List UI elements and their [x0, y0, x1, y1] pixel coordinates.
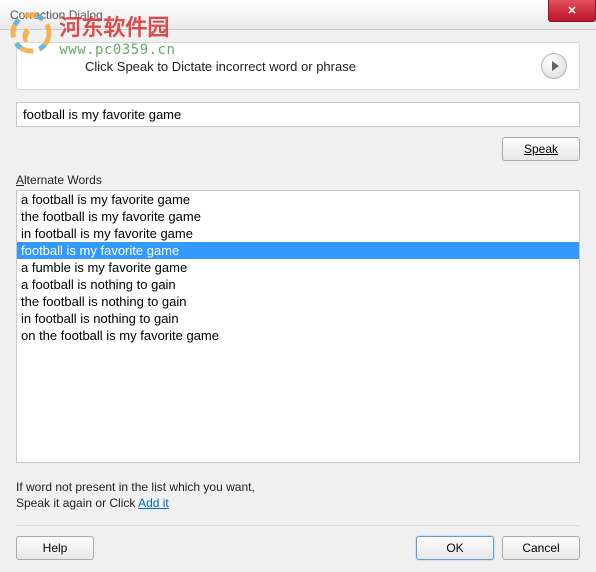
button-row: Help OK Cancel — [16, 525, 580, 560]
close-icon: ✕ — [567, 4, 576, 17]
list-item[interactable]: a football is nothing to gain — [17, 276, 579, 293]
correction-input[interactable] — [16, 102, 580, 127]
alternates-listbox[interactable]: a football is my favorite gamethe footba… — [16, 190, 580, 463]
list-item[interactable]: the football is my favorite game — [17, 208, 579, 225]
list-item[interactable]: on the football is my favorite game — [17, 327, 579, 344]
titlebar: Correction Dialog ✕ — [0, 0, 596, 30]
speak-button[interactable]: Speak — [502, 137, 580, 161]
help-button[interactable]: Help — [16, 536, 94, 560]
list-item[interactable]: in football is my favorite game — [17, 225, 579, 242]
footer-text: If word not present in the list which yo… — [16, 479, 580, 511]
ok-button[interactable]: OK — [416, 536, 494, 560]
instruction-text: Click Speak to Dictate incorrect word or… — [29, 59, 541, 74]
play-button[interactable] — [541, 53, 567, 79]
list-item[interactable]: a fumble is my favorite game — [17, 259, 579, 276]
window-title: Correction Dialog — [10, 8, 103, 22]
dialog-content: Click Speak to Dictate incorrect word or… — [0, 30, 596, 572]
cancel-button[interactable]: Cancel — [502, 536, 580, 560]
add-it-link[interactable]: Add it — [138, 496, 169, 510]
list-item[interactable]: in football is nothing to gain — [17, 310, 579, 327]
list-item[interactable]: the football is nothing to gain — [17, 293, 579, 310]
alternates-label: Alternate Words — [16, 173, 580, 187]
list-item[interactable]: football is my favorite game — [17, 242, 579, 259]
close-button[interactable]: ✕ — [548, 0, 596, 22]
instruction-panel: Click Speak to Dictate incorrect word or… — [16, 42, 580, 90]
list-item[interactable]: a football is my favorite game — [17, 191, 579, 208]
